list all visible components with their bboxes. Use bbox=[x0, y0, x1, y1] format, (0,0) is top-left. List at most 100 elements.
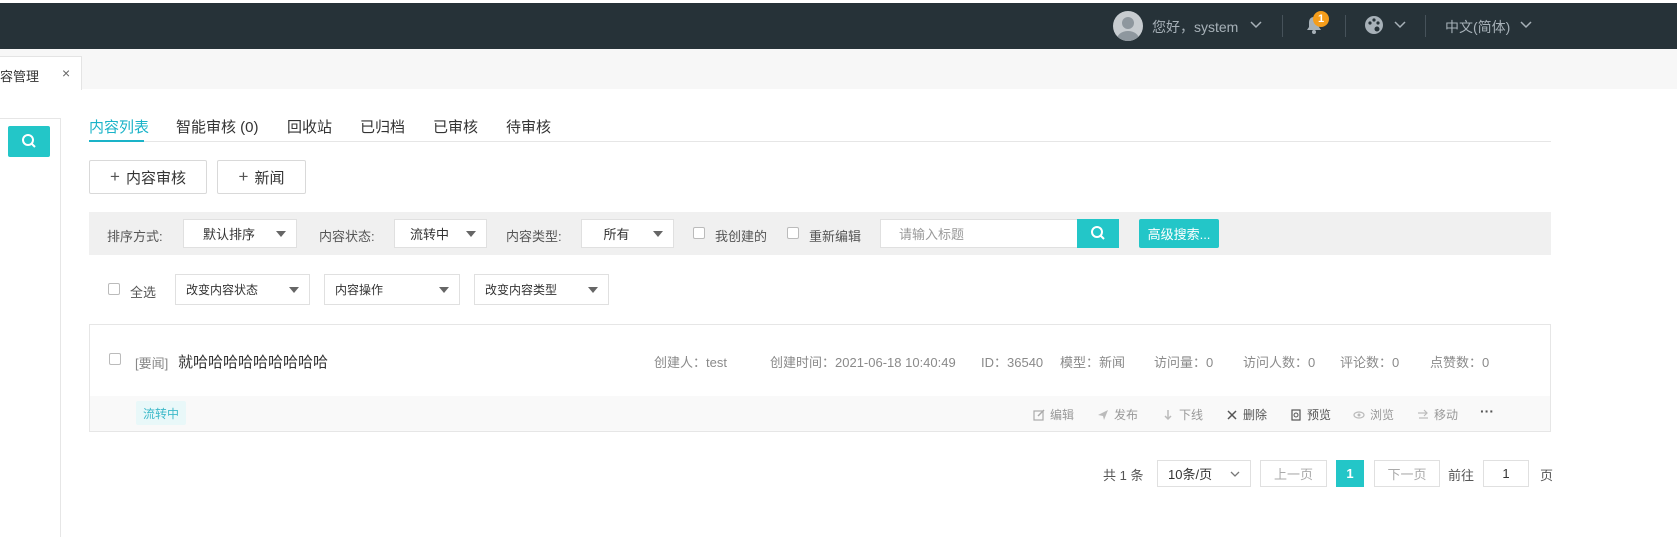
active-tab-indicator bbox=[89, 140, 144, 142]
page-tab-content-management[interactable]: 容管理 × bbox=[0, 56, 82, 90]
theme-chevron-down-icon[interactable] bbox=[1394, 21, 1406, 29]
page-size-value: 10条/页 bbox=[1168, 467, 1213, 482]
item-title[interactable]: 就哈哈哈哈哈哈哈哈哈 bbox=[178, 351, 328, 372]
type-select[interactable]: 所有 bbox=[581, 219, 674, 248]
status-label: 内容状态: bbox=[319, 229, 375, 244]
item-visitors: 访问人数：0 bbox=[1243, 355, 1316, 370]
delete-label: 删除 bbox=[1243, 408, 1268, 422]
goto-page-input[interactable]: 1 bbox=[1483, 460, 1529, 487]
document-search-icon bbox=[1291, 408, 1301, 421]
preview-action[interactable]: 预览 bbox=[1290, 406, 1331, 423]
reedit-checkbox-label[interactable]: 重新编辑 bbox=[809, 226, 861, 245]
select-all-label[interactable]: 全选 bbox=[130, 282, 156, 301]
language-selector[interactable]: 中文(简体) bbox=[1445, 17, 1510, 37]
user-chevron-down-icon[interactable] bbox=[1250, 21, 1262, 29]
browse-action[interactable]: 浏览 bbox=[1353, 406, 1394, 423]
change-type-select[interactable]: 改变内容类型 bbox=[474, 274, 609, 305]
send-icon bbox=[1098, 409, 1108, 420]
tab-audited[interactable]: 已审核 bbox=[433, 116, 478, 137]
item-model: 模型：新闻 bbox=[1060, 355, 1126, 370]
page-unit-label: 页 bbox=[1540, 468, 1554, 483]
tab-archived[interactable]: 已归档 bbox=[360, 116, 405, 137]
status-badge: 流转中 bbox=[136, 401, 187, 425]
caret-down-icon bbox=[653, 230, 663, 237]
close-icon bbox=[1227, 409, 1237, 420]
item-comments: 评论数：0 bbox=[1340, 355, 1400, 370]
status-select[interactable]: 流转中 bbox=[394, 219, 487, 248]
goto-label: 前往 bbox=[1448, 468, 1475, 483]
caret-down-icon bbox=[588, 286, 598, 293]
header-divider bbox=[1345, 15, 1346, 37]
notification-badge: 1 bbox=[1313, 11, 1329, 27]
close-icon[interactable]: × bbox=[62, 65, 70, 81]
sort-value: 默认排序 bbox=[202, 227, 255, 242]
delete-action[interactable]: 删除 bbox=[1226, 406, 1267, 423]
button-label: 内容审核 bbox=[125, 169, 186, 187]
add-news-button[interactable]: + 新闻 bbox=[217, 160, 306, 194]
publish-action[interactable]: 发布 bbox=[1097, 406, 1138, 423]
palette-icon[interactable] bbox=[1364, 15, 1384, 35]
left-tree-panel bbox=[0, 118, 61, 537]
avatar-silhouette-icon bbox=[1117, 17, 1139, 41]
item-id: ID：36540 bbox=[981, 355, 1044, 370]
tab-content-list[interactable]: 内容列表 bbox=[89, 116, 149, 137]
header-divider bbox=[1282, 15, 1283, 37]
content-ops-label: 内容操作 bbox=[335, 283, 384, 297]
edit-action[interactable]: 编辑 bbox=[1033, 406, 1074, 423]
mine-checkbox-label[interactable]: 我创建的 bbox=[715, 226, 767, 245]
language-chevron-down-icon[interactable] bbox=[1520, 21, 1532, 29]
caret-down-icon bbox=[289, 286, 299, 293]
preview-label: 预览 bbox=[1307, 408, 1332, 422]
tree-search-button[interactable] bbox=[8, 126, 50, 157]
caret-down-icon bbox=[439, 286, 449, 293]
header-divider bbox=[1425, 15, 1426, 37]
caret-down-icon bbox=[276, 230, 286, 237]
change-type-label: 改变内容类型 bbox=[485, 283, 558, 297]
tabs-underline bbox=[89, 141, 1551, 142]
sort-label: 排序方式: bbox=[107, 229, 163, 244]
item-creator: 创建人：test bbox=[654, 355, 727, 370]
item-tag: [要闻] bbox=[135, 356, 169, 371]
tab-pending[interactable]: 待审核 bbox=[506, 116, 551, 137]
button-label: 新闻 bbox=[254, 169, 285, 187]
select-all-checkbox[interactable] bbox=[108, 283, 120, 295]
publish-label: 发布 bbox=[1114, 408, 1139, 422]
content-ops-select[interactable]: 内容操作 bbox=[324, 274, 460, 305]
tab-smart-audit[interactable]: 智能审核 (0) bbox=[176, 116, 259, 137]
type-value: 所有 bbox=[603, 227, 630, 242]
user-greeting[interactable]: 您好，system bbox=[1152, 17, 1238, 37]
add-audit-content-button[interactable]: + 内容审核 bbox=[89, 160, 207, 194]
arrow-down-icon bbox=[1164, 409, 1172, 420]
chevron-down-icon bbox=[1230, 471, 1240, 477]
item-likes: 点赞数：0 bbox=[1430, 355, 1490, 370]
item-checkbox[interactable] bbox=[109, 353, 121, 365]
next-page-button[interactable]: 下一页 bbox=[1374, 460, 1440, 487]
edit-icon bbox=[1033, 409, 1045, 421]
plus-icon: + bbox=[238, 167, 249, 186]
exchange-icon bbox=[1418, 409, 1428, 419]
type-label: 内容类型: bbox=[506, 229, 562, 244]
change-status-label: 改变内容状态 bbox=[186, 283, 259, 297]
sort-select[interactable]: 默认排序 bbox=[183, 219, 297, 248]
title-search-button[interactable] bbox=[1077, 219, 1119, 248]
search-icon bbox=[22, 134, 36, 148]
title-search-input[interactable]: 请输入标题 bbox=[880, 219, 1078, 248]
item-created-time: 创建时间：2021-06-18 10:40:49 bbox=[770, 355, 956, 370]
move-action[interactable]: 移动 bbox=[1417, 406, 1458, 423]
more-icon[interactable]: ··· bbox=[1480, 403, 1494, 419]
mine-checkbox[interactable] bbox=[693, 227, 705, 239]
change-status-select[interactable]: 改变内容状态 bbox=[175, 274, 310, 305]
prev-page-button[interactable]: 上一页 bbox=[1260, 460, 1327, 487]
page-1-button[interactable]: 1 bbox=[1336, 460, 1364, 487]
offline-action[interactable]: 下线 bbox=[1162, 406, 1203, 423]
eye-icon bbox=[1353, 410, 1365, 419]
move-label: 移动 bbox=[1434, 408, 1459, 422]
reedit-checkbox[interactable] bbox=[787, 227, 799, 239]
page-tab-label: 容管理 bbox=[0, 69, 40, 84]
item-visits: 访问量：0 bbox=[1154, 355, 1214, 370]
page-size-select[interactable]: 10条/页 bbox=[1157, 460, 1251, 487]
tab-recycle-bin[interactable]: 回收站 bbox=[287, 116, 332, 137]
search-icon bbox=[1091, 226, 1105, 240]
advanced-search-button[interactable]: 高级搜索... bbox=[1139, 219, 1219, 248]
user-avatar[interactable] bbox=[1113, 11, 1143, 41]
